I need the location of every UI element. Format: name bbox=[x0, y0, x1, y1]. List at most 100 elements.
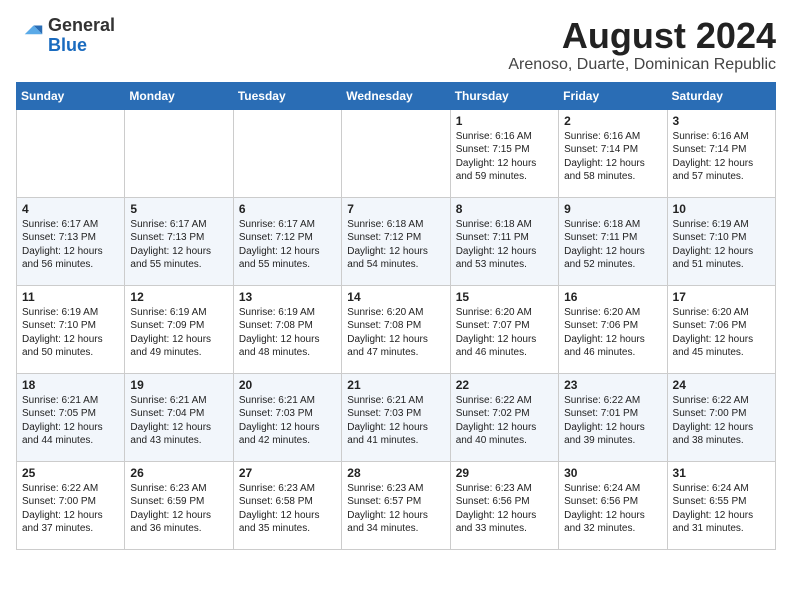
calendar-cell: 2 Sunrise: 6:16 AM Sunset: 7:14 PM Daylig… bbox=[559, 109, 667, 197]
day-number: 12 bbox=[130, 290, 227, 304]
day-number: 27 bbox=[239, 466, 336, 480]
day-number: 5 bbox=[130, 202, 227, 216]
day-number: 20 bbox=[239, 378, 336, 392]
cell-content: Sunrise: 6:18 AM Sunset: 7:11 PM Dayligh… bbox=[456, 218, 553, 272]
calendar-cell: 19 Sunrise: 6:21 AM Sunset: 7:04 PM Dayli… bbox=[125, 373, 233, 461]
day-number: 24 bbox=[673, 378, 770, 392]
weekday-header-thursday: Thursday bbox=[450, 82, 558, 109]
calendar-cell: 31Sunrise: 6:24 AM Sunset: 6:55 PM Dayli… bbox=[667, 461, 775, 549]
day-number: 30 bbox=[564, 466, 661, 480]
weekday-header-sunday: Sunday bbox=[17, 82, 125, 109]
cell-content: Sunrise: 6:22 AM Sunset: 7:02 PM Dayligh… bbox=[456, 394, 553, 448]
cell-content: Sunrise: 6:23 AM Sunset: 6:59 PM Dayligh… bbox=[130, 482, 227, 536]
calendar-cell: 16 Sunrise: 6:20 AM Sunset: 7:06 PM Dayli… bbox=[559, 285, 667, 373]
day-number: 11 bbox=[22, 290, 119, 304]
logo-general: General bbox=[48, 15, 115, 35]
calendar-cell: 17 Sunrise: 6:20 AM Sunset: 7:06 PM Dayli… bbox=[667, 285, 775, 373]
day-number: 29 bbox=[456, 466, 553, 480]
cell-content: Sunrise: 6:18 AM Sunset: 7:12 PM Dayligh… bbox=[347, 218, 444, 272]
calendar-cell: 21 Sunrise: 6:21 AM Sunset: 7:03 PM Dayli… bbox=[342, 373, 450, 461]
day-number: 14 bbox=[347, 290, 444, 304]
day-number: 28 bbox=[347, 466, 444, 480]
logo-icon bbox=[16, 22, 44, 50]
day-number: 18 bbox=[22, 378, 119, 392]
calendar-table: SundayMondayTuesdayWednesdayThursdayFrid… bbox=[16, 82, 776, 550]
day-number: 7 bbox=[347, 202, 444, 216]
calendar-cell bbox=[17, 109, 125, 197]
calendar-cell: 10Sunrise: 6:19 AM Sunset: 7:10 PM Dayli… bbox=[667, 197, 775, 285]
day-number: 16 bbox=[564, 290, 661, 304]
day-number: 17 bbox=[673, 290, 770, 304]
calendar-cell: 27 Sunrise: 6:23 AM Sunset: 6:58 PM Dayli… bbox=[233, 461, 341, 549]
weekday-header-tuesday: Tuesday bbox=[233, 82, 341, 109]
calendar-cell: 15 Sunrise: 6:20 AM Sunset: 7:07 PM Dayli… bbox=[450, 285, 558, 373]
day-number: 2 bbox=[564, 114, 661, 128]
day-number: 3 bbox=[673, 114, 770, 128]
calendar-cell: 22 Sunrise: 6:22 AM Sunset: 7:02 PM Dayli… bbox=[450, 373, 558, 461]
day-number: 23 bbox=[564, 378, 661, 392]
calendar-cell: 4 Sunrise: 6:17 AM Sunset: 7:13 PM Daylig… bbox=[17, 197, 125, 285]
cell-content: Sunrise: 6:22 AM Sunset: 7:00 PM Dayligh… bbox=[673, 394, 770, 448]
day-number: 9 bbox=[564, 202, 661, 216]
calendar-cell: 20Sunrise: 6:21 AM Sunset: 7:03 PM Dayli… bbox=[233, 373, 341, 461]
calendar-cell: 6Sunrise: 6:17 AM Sunset: 7:12 PM Daylig… bbox=[233, 197, 341, 285]
calendar-cell: 1 Sunrise: 6:16 AM Sunset: 7:15 PM Daylig… bbox=[450, 109, 558, 197]
weekday-header-monday: Monday bbox=[125, 82, 233, 109]
weekday-header-friday: Friday bbox=[559, 82, 667, 109]
day-number: 13 bbox=[239, 290, 336, 304]
calendar-week-2: 4 Sunrise: 6:17 AM Sunset: 7:13 PM Daylig… bbox=[17, 197, 776, 285]
logo-blue: Blue bbox=[48, 35, 87, 55]
calendar-cell: 9Sunrise: 6:18 AM Sunset: 7:11 PM Daylig… bbox=[559, 197, 667, 285]
day-number: 26 bbox=[130, 466, 227, 480]
cell-content: Sunrise: 6:16 AM Sunset: 7:15 PM Dayligh… bbox=[456, 130, 553, 184]
cell-content: Sunrise: 6:20 AM Sunset: 7:06 PM Dayligh… bbox=[564, 306, 661, 360]
calendar-cell: 8Sunrise: 6:18 AM Sunset: 7:11 PM Daylig… bbox=[450, 197, 558, 285]
cell-content: Sunrise: 6:23 AM Sunset: 6:56 PM Dayligh… bbox=[456, 482, 553, 536]
month-year: August 2024 bbox=[508, 16, 776, 56]
cell-content: Sunrise: 6:21 AM Sunset: 7:04 PM Dayligh… bbox=[130, 394, 227, 448]
cell-content: Sunrise: 6:21 AM Sunset: 7:05 PM Dayligh… bbox=[22, 394, 119, 448]
cell-content: Sunrise: 6:20 AM Sunset: 7:08 PM Dayligh… bbox=[347, 306, 444, 360]
calendar-week-1: 1 Sunrise: 6:16 AM Sunset: 7:15 PM Daylig… bbox=[17, 109, 776, 197]
day-number: 21 bbox=[347, 378, 444, 392]
day-number: 4 bbox=[22, 202, 119, 216]
calendar-cell: 11 Sunrise: 6:19 AM Sunset: 7:10 PM Dayli… bbox=[17, 285, 125, 373]
cell-content: Sunrise: 6:22 AM Sunset: 7:00 PM Dayligh… bbox=[22, 482, 119, 536]
calendar-cell bbox=[125, 109, 233, 197]
day-number: 15 bbox=[456, 290, 553, 304]
cell-content: Sunrise: 6:17 AM Sunset: 7:13 PM Dayligh… bbox=[22, 218, 119, 272]
day-number: 25 bbox=[22, 466, 119, 480]
cell-content: Sunrise: 6:20 AM Sunset: 7:06 PM Dayligh… bbox=[673, 306, 770, 360]
calendar-cell: 30Sunrise: 6:24 AM Sunset: 6:56 PM Dayli… bbox=[559, 461, 667, 549]
cell-content: Sunrise: 6:19 AM Sunset: 7:10 PM Dayligh… bbox=[22, 306, 119, 360]
day-number: 22 bbox=[456, 378, 553, 392]
cell-content: Sunrise: 6:19 AM Sunset: 7:09 PM Dayligh… bbox=[130, 306, 227, 360]
calendar-body: 1 Sunrise: 6:16 AM Sunset: 7:15 PM Daylig… bbox=[17, 109, 776, 549]
cell-content: Sunrise: 6:19 AM Sunset: 7:08 PM Dayligh… bbox=[239, 306, 336, 360]
cell-content: Sunrise: 6:16 AM Sunset: 7:14 PM Dayligh… bbox=[673, 130, 770, 184]
cell-content: Sunrise: 6:17 AM Sunset: 7:12 PM Dayligh… bbox=[239, 218, 336, 272]
cell-content: Sunrise: 6:20 AM Sunset: 7:07 PM Dayligh… bbox=[456, 306, 553, 360]
weekday-row: SundayMondayTuesdayWednesdayThursdayFrid… bbox=[17, 82, 776, 109]
cell-content: Sunrise: 6:16 AM Sunset: 7:14 PM Dayligh… bbox=[564, 130, 661, 184]
day-number: 31 bbox=[673, 466, 770, 480]
day-number: 19 bbox=[130, 378, 227, 392]
cell-content: Sunrise: 6:17 AM Sunset: 7:13 PM Dayligh… bbox=[130, 218, 227, 272]
calendar-cell: 13 Sunrise: 6:19 AM Sunset: 7:08 PM Dayli… bbox=[233, 285, 341, 373]
cell-content: Sunrise: 6:19 AM Sunset: 7:10 PM Dayligh… bbox=[673, 218, 770, 272]
calendar-cell: 23Sunrise: 6:22 AM Sunset: 7:01 PM Dayli… bbox=[559, 373, 667, 461]
logo-text: General Blue bbox=[48, 16, 115, 56]
title-block: August 2024 Arenoso, Duarte, Dominican R… bbox=[508, 16, 776, 74]
calendar-week-4: 18 Sunrise: 6:21 AM Sunset: 7:05 PM Dayli… bbox=[17, 373, 776, 461]
day-number: 1 bbox=[456, 114, 553, 128]
calendar-cell: 12 Sunrise: 6:19 AM Sunset: 7:09 PM Dayli… bbox=[125, 285, 233, 373]
calendar-week-3: 11 Sunrise: 6:19 AM Sunset: 7:10 PM Dayli… bbox=[17, 285, 776, 373]
cell-content: Sunrise: 6:21 AM Sunset: 7:03 PM Dayligh… bbox=[347, 394, 444, 448]
calendar-cell bbox=[342, 109, 450, 197]
calendar-week-5: 25 Sunrise: 6:22 AM Sunset: 7:00 PM Dayli… bbox=[17, 461, 776, 549]
cell-content: Sunrise: 6:23 AM Sunset: 6:58 PM Dayligh… bbox=[239, 482, 336, 536]
calendar-cell: 24 Sunrise: 6:22 AM Sunset: 7:00 PM Dayli… bbox=[667, 373, 775, 461]
calendar-cell: 28Sunrise: 6:23 AM Sunset: 6:57 PM Dayli… bbox=[342, 461, 450, 549]
logo: General Blue bbox=[16, 16, 115, 56]
calendar-cell: 7 Sunrise: 6:18 AM Sunset: 7:12 PM Daylig… bbox=[342, 197, 450, 285]
